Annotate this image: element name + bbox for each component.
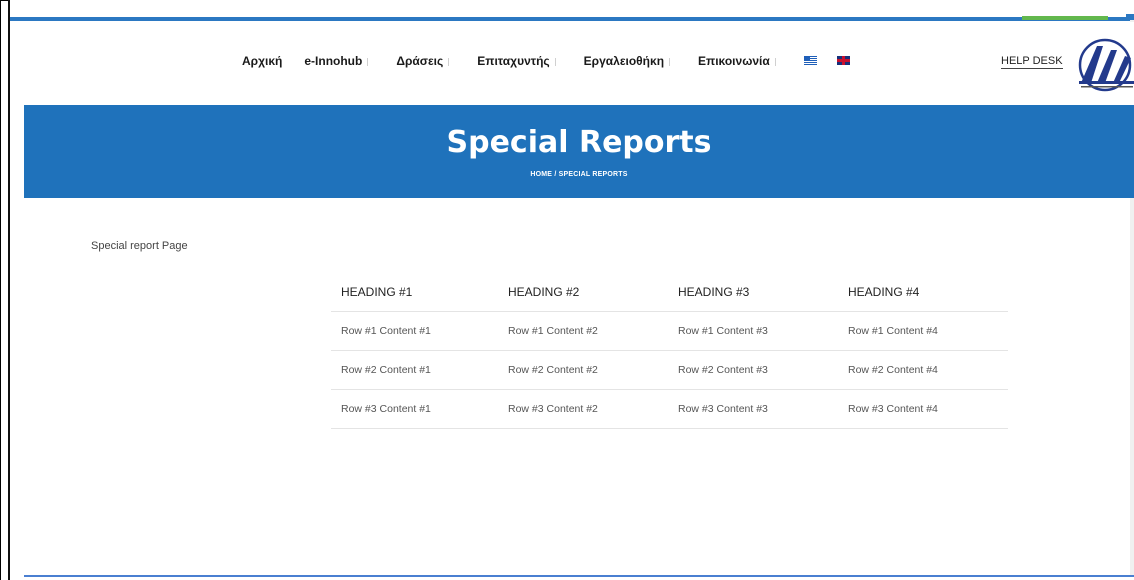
page-intro-text: Special report Page [91, 240, 188, 252]
breadcrumb[interactable]: HOME / SPECIAL REPORTS [24, 171, 1134, 178]
nav-item-contact[interactable]: Επικοινωνία [698, 54, 776, 68]
nav-item-label: Επιταχυντής [477, 54, 550, 68]
nav-item-label: Δράσεις [396, 54, 444, 68]
organization-logo[interactable] [1075, 38, 1134, 93]
nav-item-label: Εργαλειοθήκη [583, 54, 665, 68]
dropdown-caret-icon [365, 57, 369, 66]
table-cell: Row #2 Content #1 [341, 364, 431, 376]
nav-item-e-innohub[interactable]: e-Innohub [304, 54, 369, 68]
table-cell: Row #1 Content #2 [508, 325, 598, 337]
table-cell: Row #3 Content #2 [508, 403, 598, 415]
table-row: Row #1 Content #1 Row #1 Content #2 Row … [331, 312, 1008, 351]
main-navigation: Αρχική e-Innohub Δράσεις Επιταχυντής Εργ… [242, 54, 870, 68]
nav-item-toolkit[interactable]: Εργαλειοθήκη [583, 54, 671, 68]
dropdown-caret-icon [446, 57, 450, 66]
window-bottom-border [24, 575, 1134, 577]
table-header-cell: HEADING #4 [848, 284, 920, 299]
greek-flag-icon[interactable] [803, 55, 817, 65]
special-reports-table: HEADING #1 HEADING #2 HEADING #3 HEADING… [331, 272, 1008, 429]
green-accent-bar [1022, 16, 1108, 20]
table-cell: Row #1 Content #4 [848, 325, 938, 337]
nav-item-accelerator[interactable]: Επιταχυντής [477, 54, 556, 68]
uk-flag-icon[interactable] [836, 55, 850, 65]
site-header: Αρχική e-Innohub Δράσεις Επιταχυντής Εργ… [24, 22, 1134, 105]
dropdown-caret-icon [773, 57, 776, 66]
table-header-cell: HEADING #2 [508, 284, 580, 299]
dropdown-caret-icon [667, 57, 671, 66]
window-left-border [8, 0, 10, 580]
table-cell: Row #3 Content #3 [678, 403, 768, 415]
top-blue-bar [10, 17, 1134, 21]
nav-item-actions[interactable]: Δράσεις [396, 54, 450, 68]
nav-item-home[interactable]: Αρχική [242, 54, 282, 68]
table-cell: Row #2 Content #4 [848, 364, 938, 376]
table-cell: Row #1 Content #1 [341, 325, 431, 337]
table-header-cell: HEADING #3 [678, 284, 750, 299]
table-cell: Row #1 Content #3 [678, 325, 768, 337]
nav-item-label: Επικοινωνία [698, 54, 770, 68]
help-desk-link[interactable]: HELP DESK [1001, 55, 1063, 69]
table-cell: Row #2 Content #3 [678, 364, 768, 376]
nav-item-label: e-Innohub [304, 54, 363, 68]
table-cell: Row #3 Content #1 [341, 403, 431, 415]
table-row: Row #3 Content #1 Row #3 Content #2 Row … [331, 390, 1008, 429]
page-banner: Special Reports HOME / SPECIAL REPORTS [24, 105, 1134, 198]
table-header-row: HEADING #1 HEADING #2 HEADING #3 HEADING… [331, 272, 1008, 312]
table-row: Row #2 Content #1 Row #2 Content #2 Row … [331, 351, 1008, 390]
table-header-cell: HEADING #1 [341, 284, 413, 299]
nav-item-label: Αρχική [242, 54, 283, 68]
table-cell: Row #3 Content #4 [848, 403, 938, 415]
page-title: Special Reports [446, 125, 712, 160]
table-cell: Row #2 Content #2 [508, 364, 598, 376]
dropdown-caret-icon [553, 57, 556, 66]
